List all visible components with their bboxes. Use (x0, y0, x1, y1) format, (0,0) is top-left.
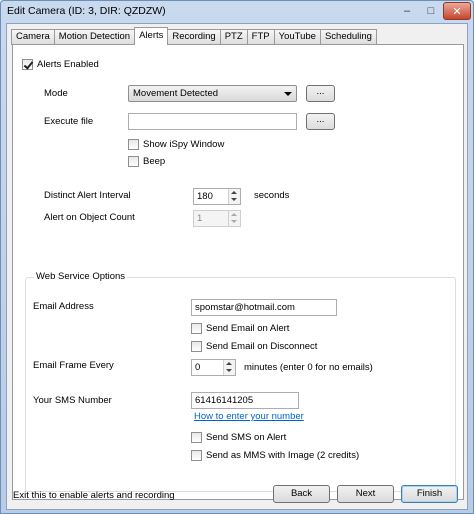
mode-label: Mode (44, 88, 68, 99)
show-ispy-window-checkbox[interactable] (128, 139, 139, 150)
footer-hint: Exit this to enable alerts and recording (13, 490, 175, 501)
chevron-down-icon[interactable] (226, 369, 232, 372)
chevron-down-icon (284, 92, 292, 96)
next-button[interactable]: Next (337, 485, 394, 503)
stepper-arrows (228, 211, 240, 226)
tab-ptz[interactable]: PTZ (219, 29, 248, 45)
email-address-label: Email Address (33, 301, 94, 312)
chevron-down-icon[interactable] (231, 198, 237, 201)
mode-select-value: Movement Detected (133, 88, 219, 99)
sms-help-link[interactable]: How to enter your number (194, 411, 304, 422)
email-frame-every-label: Email Frame Every (33, 360, 114, 371)
alert-interval-value: 180 (197, 191, 213, 202)
email-address-input[interactable]: spomstar@hotmail.com (191, 299, 337, 316)
send-as-mms-checkbox[interactable] (191, 450, 202, 461)
close-button[interactable]: ✕ (443, 2, 471, 20)
execute-file-label: Execute file (44, 116, 94, 127)
object-count-value: 1 (197, 213, 203, 224)
chevron-up-icon[interactable] (231, 191, 237, 194)
alerts-enabled-label: Alerts Enabled (37, 59, 99, 70)
chevron-up-icon (231, 213, 237, 216)
object-count-stepper: 1 (193, 210, 241, 227)
object-count-label: Alert on Object Count (44, 212, 135, 223)
send-email-on-disconnect-label: Send Email on Disconnect (206, 341, 318, 352)
send-email-on-alert-checkbox[interactable] (191, 323, 202, 334)
beep-label: Beep (143, 156, 166, 167)
tab-strip: Camera Motion Detection Alerts Recording… (11, 27, 377, 45)
mode-select[interactable]: Movement Detected (128, 85, 297, 102)
email-frame-every-unit: minutes (enter 0 for no emails) (244, 362, 373, 373)
alerts-tab-panel: Alerts Enabled Mode Movement Detected ..… (12, 44, 464, 500)
tab-motion-detection[interactable]: Motion Detection (53, 29, 136, 45)
alert-interval-label: Distinct Alert Interval (44, 190, 131, 201)
send-as-mms-label: Send as MMS with Image (2 credits) (206, 450, 360, 461)
alerts-enabled-checkbox[interactable] (22, 59, 33, 70)
email-frame-every-stepper[interactable]: 0 (191, 359, 236, 376)
stepper-arrows[interactable] (228, 189, 240, 204)
beep-checkbox[interactable] (128, 156, 139, 167)
send-email-on-disconnect-checkbox[interactable] (191, 341, 202, 352)
finish-button[interactable]: Finish (401, 485, 458, 503)
edit-camera-window: Edit Camera (ID: 3, DIR: QZDZW) – □ ✕ Ca… (0, 0, 474, 514)
maximize-button[interactable]: □ (419, 2, 443, 20)
send-sms-on-alert-checkbox[interactable] (191, 432, 202, 443)
mode-browse-button[interactable]: ... (306, 85, 335, 102)
send-sms-on-alert-label: Send SMS on Alert (206, 432, 287, 443)
send-email-on-alert-label: Send Email on Alert (206, 323, 290, 334)
sms-number-input[interactable]: 61416141205 (191, 392, 299, 409)
alert-interval-stepper[interactable]: 180 (193, 188, 241, 205)
tab-recording[interactable]: Recording (167, 29, 221, 45)
window-title: Edit Camera (ID: 3, DIR: QZDZW) (7, 5, 166, 17)
web-service-options-group: Web Service Options Email Address spomst… (25, 271, 456, 492)
tab-ftp[interactable]: FTP (246, 29, 275, 45)
web-service-group-title: Web Service Options (34, 271, 128, 282)
stepper-arrows[interactable] (223, 360, 235, 375)
back-button[interactable]: Back (273, 485, 330, 503)
chevron-up-icon[interactable] (226, 362, 232, 365)
chevron-down-icon (231, 220, 237, 223)
tab-scheduling[interactable]: Scheduling (319, 29, 377, 45)
tab-camera[interactable]: Camera (11, 29, 55, 45)
tab-alerts[interactable]: Alerts (134, 27, 169, 45)
title-bar[interactable]: Edit Camera (ID: 3, DIR: QZDZW) – □ ✕ (1, 1, 473, 23)
minimize-button[interactable]: – (395, 2, 419, 20)
show-ispy-window-label: Show iSpy Window (143, 139, 225, 150)
tab-youtube[interactable]: YouTube (273, 29, 321, 45)
alert-interval-unit: seconds (254, 190, 290, 201)
email-frame-every-value: 0 (195, 362, 201, 373)
dialog-client-area: Camera Motion Detection Alerts Recording… (6, 23, 468, 510)
execute-file-input[interactable] (128, 113, 297, 130)
execute-file-browse-button[interactable]: ... (306, 113, 335, 130)
sms-number-label: Your SMS Number (33, 395, 112, 406)
